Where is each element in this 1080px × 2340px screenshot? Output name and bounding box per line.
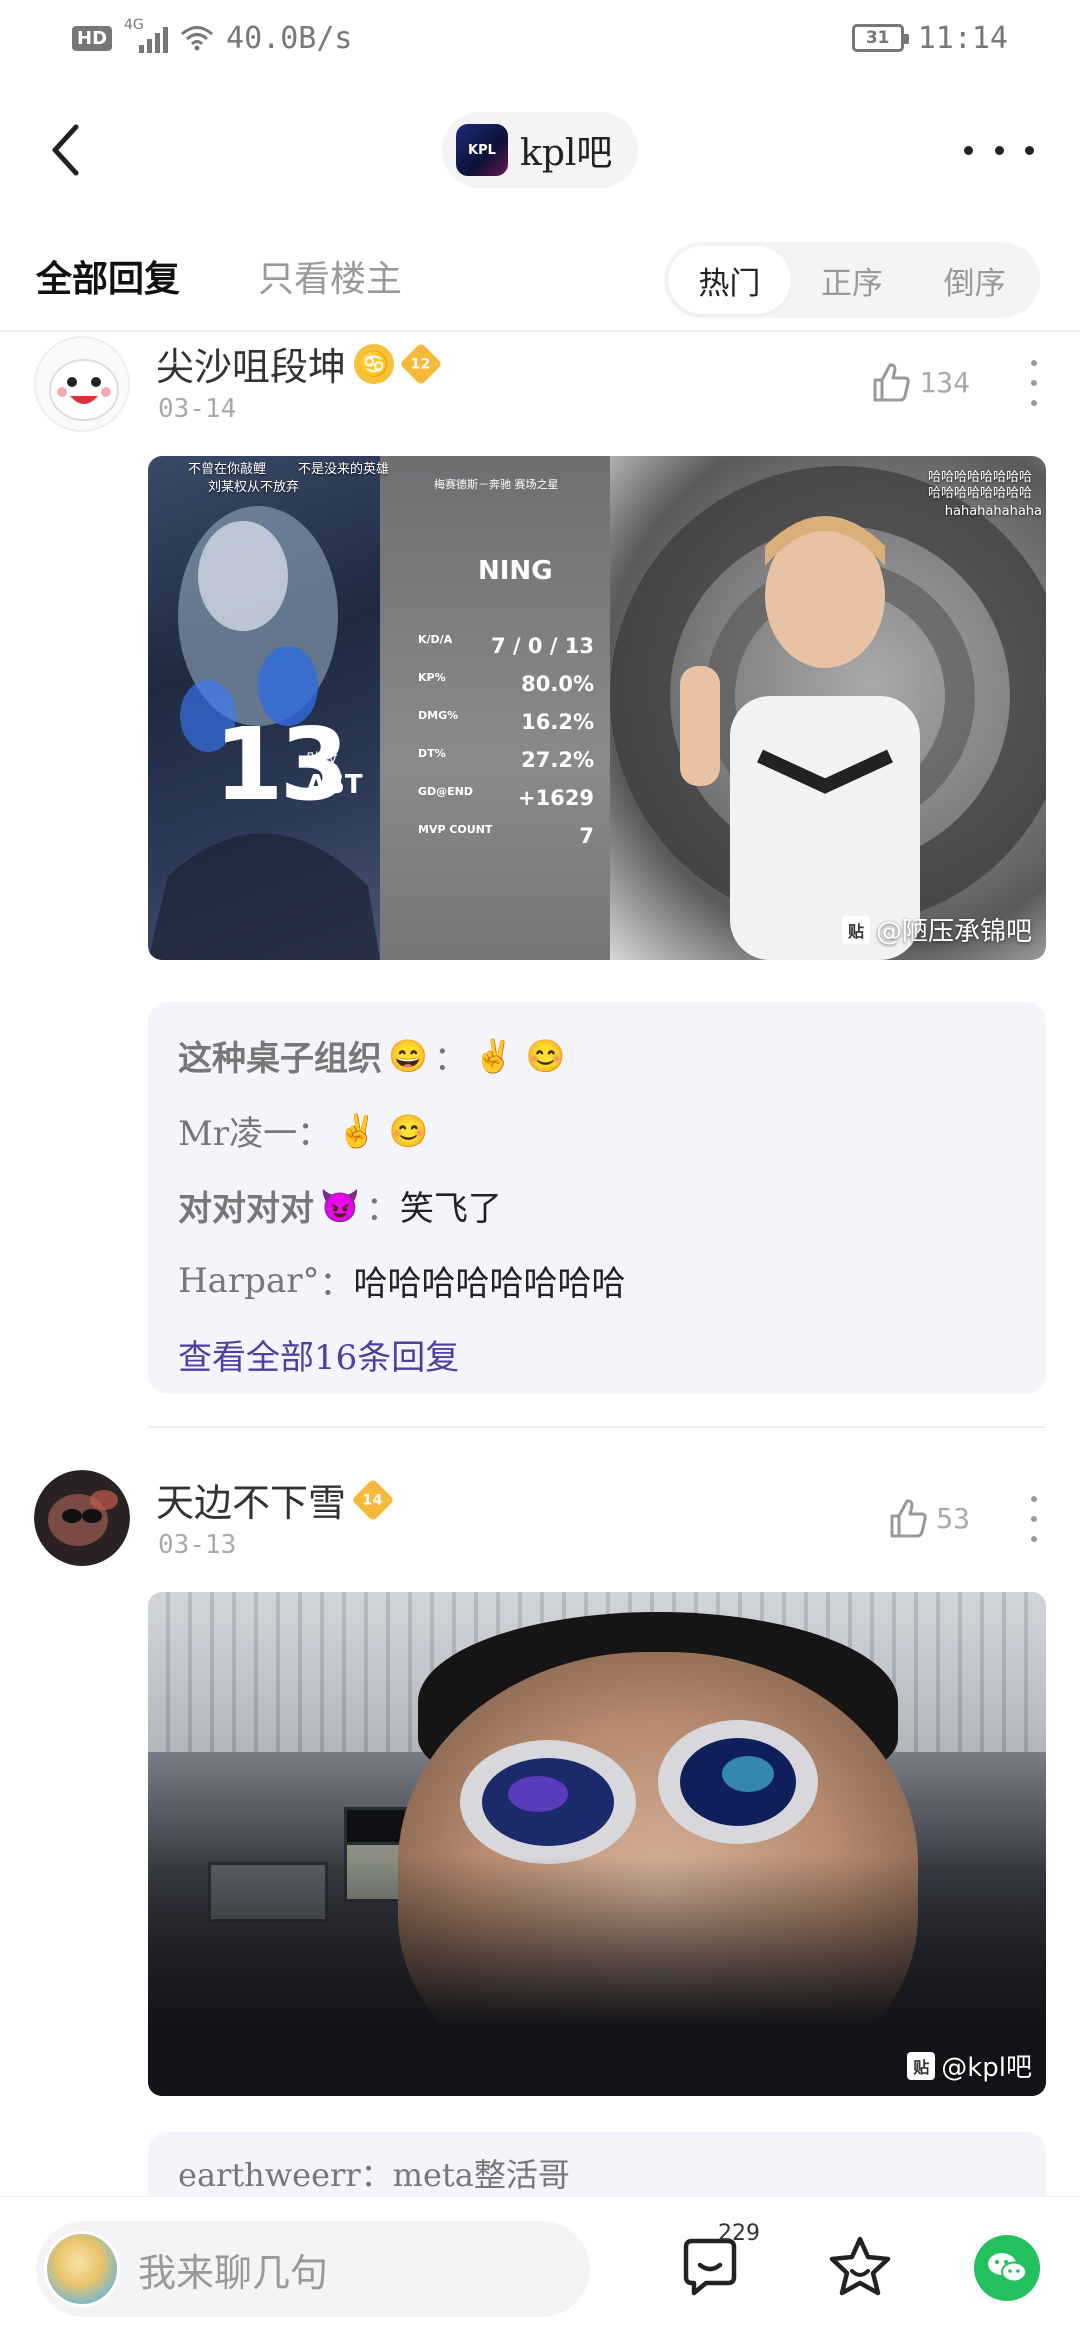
back-button[interactable] bbox=[40, 120, 90, 180]
author-name[interactable]: 天边不下雪 14 bbox=[156, 1472, 395, 1527]
wifi-icon bbox=[181, 26, 213, 51]
tab-all-replies[interactable]: 全部回复 bbox=[36, 250, 180, 302]
stat-row: GD@END +1629 bbox=[418, 785, 594, 810]
assist-label: 助攻 AST bbox=[306, 750, 363, 800]
app-header: KPL kpl吧 bbox=[0, 108, 1080, 192]
level-badge: 14 bbox=[351, 1478, 395, 1521]
sub-reply[interactable]: 对对对对 😈 ： 笑飞了 bbox=[178, 1168, 1016, 1243]
like-button[interactable]: 53 bbox=[886, 1496, 970, 1540]
sub-reply[interactable]: Harpar° ： 哈哈哈哈哈哈哈哈 bbox=[178, 1243, 1016, 1318]
reply-input-placeholder: 我来聊几句 bbox=[138, 2250, 329, 2295]
sort-toggle: 热门 正序 倒序 bbox=[664, 242, 1040, 318]
sub-reply[interactable]: Mr凌一 ： ✌ 😊 bbox=[178, 1093, 1016, 1168]
avatar[interactable] bbox=[34, 336, 130, 432]
stats-panel bbox=[380, 456, 610, 960]
like-count: 53 bbox=[936, 1501, 970, 1535]
bottom-action-bar: 我来聊几句 229 bbox=[0, 2196, 1080, 2340]
post-image[interactable]: 不曾在你敲鲤 不是没来的英雄 刘某权从不放弃 哈哈哈哈哈哈哈哈 哈哈哈哈哈哈哈哈… bbox=[148, 456, 1046, 960]
post-more-button[interactable] bbox=[1024, 360, 1044, 406]
post-divider bbox=[148, 1426, 1046, 1428]
avatar[interactable] bbox=[34, 1470, 130, 1566]
cellular-signal-icon: 4G bbox=[124, 17, 169, 53]
stat-row: KP% 80.0% bbox=[418, 671, 594, 696]
sort-hot[interactable]: 热门 bbox=[668, 246, 791, 314]
forum-link[interactable]: KPL kpl吧 bbox=[442, 112, 639, 188]
sub-reply-user[interactable]: 这种桌子组织 bbox=[178, 1031, 382, 1080]
danmaku-comment: 哈哈哈哈哈哈哈哈 bbox=[927, 486, 1032, 501]
award-title: 梅赛德斯－奔驰 赛场之星 bbox=[434, 478, 559, 491]
hd-badge: HD bbox=[72, 25, 113, 51]
danmaku-comment: 哈哈哈哈哈哈哈哈 bbox=[927, 470, 1032, 485]
reply-filter-bar: 全部回复 只看楼主 热门 正序 倒序 bbox=[0, 236, 1080, 332]
stat-row: DMG% 16.2% bbox=[418, 709, 594, 734]
comment-count: 229 bbox=[718, 2221, 760, 2246]
like-count: 134 bbox=[919, 365, 970, 399]
chevron-left-icon bbox=[52, 124, 79, 176]
clock: 11:14 bbox=[917, 20, 1008, 56]
more-options-button[interactable] bbox=[964, 128, 1034, 172]
thumbs-up-icon bbox=[873, 363, 911, 402]
my-avatar bbox=[44, 2231, 120, 2307]
sub-reply-text: 哈哈哈哈哈哈哈哈 bbox=[353, 1264, 626, 1304]
stat-row: DT% 27.2% bbox=[418, 747, 594, 772]
image-watermark: 贴 @陋压承锦吧 bbox=[841, 911, 1032, 948]
sub-reply-user[interactable]: Harpar° bbox=[178, 1261, 319, 1301]
sub-reply-user[interactable]: 对对对对 bbox=[178, 1181, 314, 1230]
tab-only-op[interactable]: 只看楼主 bbox=[258, 250, 402, 302]
thumbs-up-icon bbox=[890, 1499, 927, 1538]
post-date: 03-14 bbox=[158, 394, 237, 424]
sort-descending[interactable]: 倒序 bbox=[913, 246, 1036, 314]
smile-emoji: 😊 bbox=[525, 1036, 566, 1075]
victory-hand-emoji: ✌ bbox=[337, 1111, 377, 1150]
kpl-logo: KPL bbox=[456, 124, 508, 176]
danmaku-comment: hahahahahaha bbox=[944, 504, 1042, 519]
author-name[interactable]: 尖沙咀段坤 ♋ 12 bbox=[156, 336, 443, 391]
star-icon[interactable] bbox=[826, 2233, 894, 2301]
stat-row: MVP COUNT 7 bbox=[418, 823, 594, 848]
sub-reply[interactable]: 这种桌子组织 😄 ： ✌ 😊 bbox=[178, 1018, 1016, 1093]
view-all-replies-link[interactable]: 查看全部16条回复 bbox=[178, 1318, 1016, 1390]
wechat-share-button[interactable] bbox=[974, 2235, 1040, 2301]
post-more-button[interactable] bbox=[1024, 1496, 1044, 1542]
like-button[interactable]: 134 bbox=[869, 360, 970, 404]
sort-ascending[interactable]: 正序 bbox=[791, 246, 914, 314]
forum-name: kpl吧 bbox=[520, 133, 613, 174]
sub-replies-box[interactable]: 这种桌子组织 😄 ： ✌ 😊 Mr凌一 ： ✌ 😊 对对对对 😈 ： 笑飞了 H… bbox=[148, 1002, 1046, 1394]
sub-reply-user[interactable]: Mr凌一 bbox=[178, 1106, 297, 1155]
post-image[interactable]: 贴 @kpl吧 bbox=[148, 1592, 1046, 2096]
victory-hand-emoji: ✌ bbox=[473, 1036, 514, 1075]
tieba-logo-icon: 贴 bbox=[841, 915, 870, 944]
battery-icon: 31 bbox=[851, 24, 909, 52]
cancer-zodiac-icon: ♋ bbox=[354, 343, 395, 384]
danmaku-comment: 刘某权从不放弃 bbox=[208, 480, 300, 495]
danmaku-comment: 不是没来的英雄 bbox=[298, 462, 390, 477]
tieba-logo-icon: 贴 bbox=[907, 2051, 936, 2080]
player-name: NING bbox=[478, 556, 553, 586]
stat-row: K/D/A 7 / 0 / 13 bbox=[418, 633, 594, 658]
smile-emoji: 😊 bbox=[388, 1111, 429, 1150]
danmaku-comment: 不曾在你敲鲤 bbox=[188, 462, 267, 477]
wechat-icon bbox=[988, 2253, 1027, 2283]
level-badge: 12 bbox=[399, 342, 443, 385]
image-watermark: 贴 @kpl吧 bbox=[907, 2047, 1032, 2084]
network-speed: 40.0B/s bbox=[226, 20, 353, 56]
sub-reply-text: 笑飞了 bbox=[399, 1189, 502, 1229]
post-date: 03-13 bbox=[158, 1530, 237, 1560]
player-photo bbox=[610, 456, 1046, 960]
status-bar: HD 4G 40.0B/s 31 11:14 bbox=[0, 0, 1080, 76]
reply-input[interactable]: 我来聊几句 bbox=[36, 2221, 590, 2317]
